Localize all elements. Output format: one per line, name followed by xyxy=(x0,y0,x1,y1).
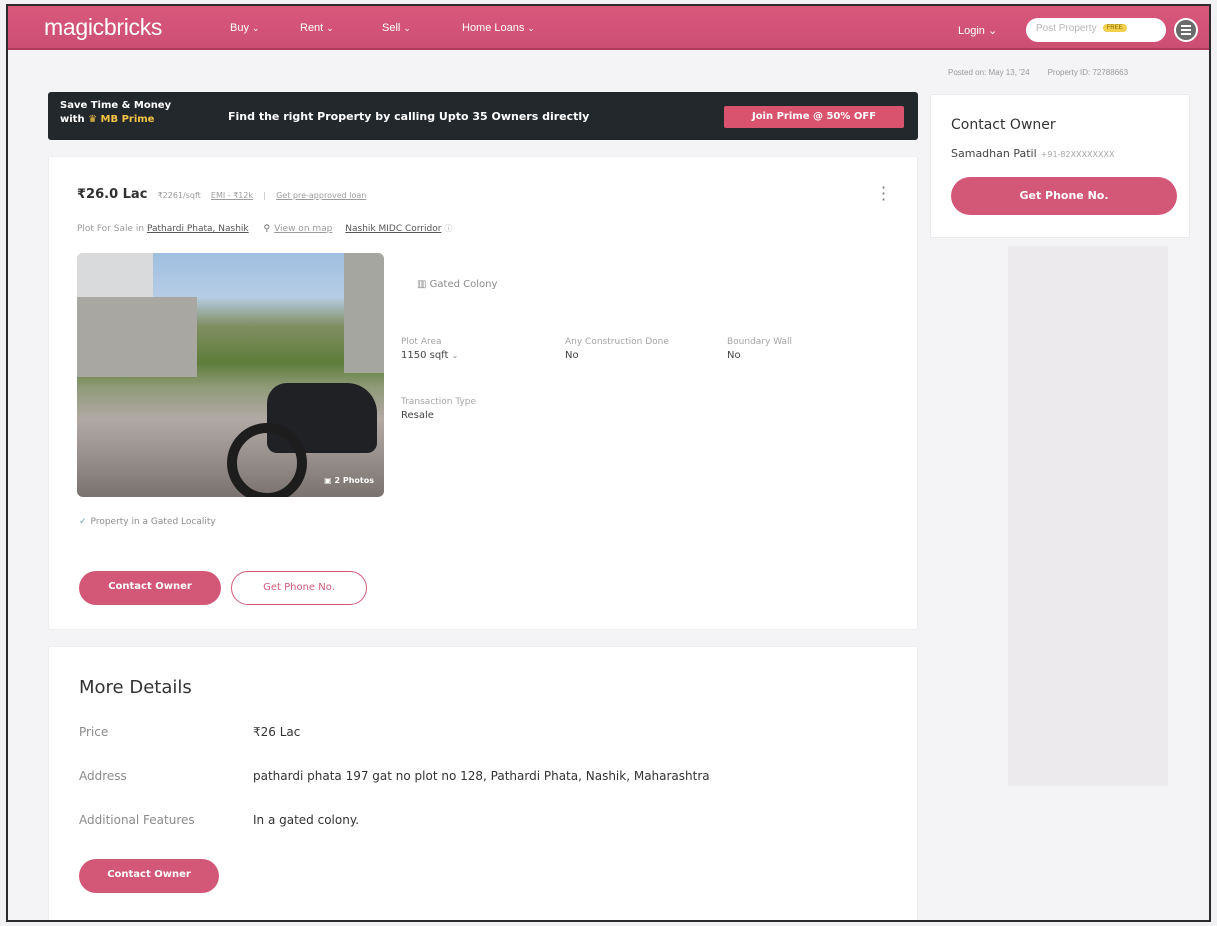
detail-row-features: Additional Features In a gated colony. xyxy=(79,813,360,827)
location-link[interactable]: Pathardi Phata, Nashik xyxy=(147,224,249,234)
listing-card: ₹26.0 Lac ₹2261/sqft EMI - ₹12k | Get pr… xyxy=(48,156,918,630)
attr-plot-area: Plot Area 1150 sqft ⌄ xyxy=(401,337,459,361)
top-nav: magicbricks Buy ⌄ Rent ⌄ Sell ⌄ Home Loans ⌄… xyxy=(8,6,1209,50)
prime-title: Save Time & Money with ♛ MB Prime xyxy=(60,100,172,125)
more-details-title: More Details xyxy=(79,677,192,698)
map-pin-icon: ⚲ xyxy=(263,224,271,234)
prime-message: Find the right Property by calling Upto … xyxy=(228,110,590,123)
chevron-down-icon[interactable]: ⌄ xyxy=(452,351,459,360)
nav-home-loans[interactable]: Home Loans ⌄ xyxy=(462,22,535,34)
attr-construction: Any Construction Done No xyxy=(565,337,669,361)
crown-icon: ♛ xyxy=(88,114,98,125)
check-circle-icon: ✓ xyxy=(79,517,87,527)
prime-banner: Save Time & Money with ♛ MB Prime Find t… xyxy=(48,92,918,140)
get-phone-button[interactable]: Get Phone No. xyxy=(951,177,1177,215)
logo[interactable]: magicbricks xyxy=(44,14,162,41)
image-icon: ▣ xyxy=(324,476,332,485)
page-frame: magicbricks Buy ⌄ Rent ⌄ Sell ⌄ Home Loans ⌄… xyxy=(6,4,1211,922)
posted-info: Posted on: May 13, '24 Property ID: 72788… xyxy=(948,68,1146,77)
gated-locality-note: ✓ Property in a Gated Locality xyxy=(79,517,216,527)
owner-name: Samadhan Patil +91-82XXXXXXXX xyxy=(951,147,1115,160)
free-badge: FREE xyxy=(1102,24,1127,32)
chevron-down-icon: ⌄ xyxy=(987,25,998,37)
get-phone-no-button[interactable]: Get Phone No. xyxy=(231,571,367,605)
more-options-icon[interactable]: · · · xyxy=(881,180,886,208)
more-details-card: More Details Price ₹26 Lac Address pathard… xyxy=(48,646,918,920)
hamburger-menu-icon[interactable] xyxy=(1174,18,1198,42)
attr-boundary-wall: Boundary Wall No xyxy=(727,337,793,361)
location-row: Plot For Sale in Pathardi Phata, Nashik … xyxy=(77,224,453,234)
photos-count-tag: ▣ 2 Photos xyxy=(324,476,374,485)
price-per-sqft: ₹2261/sqft xyxy=(157,191,201,200)
more-contact-owner-button[interactable]: Contact Owner xyxy=(79,859,219,893)
attr-transaction-type: Transaction Type Resale xyxy=(401,397,477,421)
property-photo[interactable]: ▣ 2 Photos xyxy=(77,253,384,497)
nav-buy[interactable]: Buy ⌄ xyxy=(230,22,260,34)
join-prime-button[interactable]: Join Prime @ 50% OFF xyxy=(724,106,904,128)
detail-row-address: Address pathardi phata 197 gat no plot no… xyxy=(79,769,710,783)
price-row: ₹26.0 Lac ₹2261/sqft EMI - ₹12k | Get pr… xyxy=(77,187,366,202)
chevron-down-icon: ⌄ xyxy=(326,23,334,33)
corridor-link[interactable]: Nashik MIDC Corridor xyxy=(345,224,441,234)
contact-owner-title: Contact Owner xyxy=(951,117,1056,133)
gated-colony-feature: ▥ Gated Colony xyxy=(417,279,498,290)
listing-price: ₹26.0 Lac xyxy=(77,187,148,202)
nav-rent[interactable]: Rent ⌄ xyxy=(300,22,334,34)
nav-sell[interactable]: Sell ⌄ xyxy=(382,22,411,34)
separator: | xyxy=(263,191,266,200)
background-sidebar xyxy=(1008,246,1168,786)
detail-row-price: Price ₹26 Lac xyxy=(79,725,301,739)
info-icon[interactable]: ⓘ xyxy=(444,224,452,233)
emi-link[interactable]: EMI - ₹12k xyxy=(211,191,253,200)
chevron-down-icon: ⌄ xyxy=(527,23,535,33)
building-icon: ▥ xyxy=(417,279,427,290)
contact-owner-button[interactable]: Contact Owner xyxy=(79,571,221,605)
pre-approved-loan-link[interactable]: Get pre-approved loan xyxy=(276,191,366,200)
chevron-down-icon: ⌄ xyxy=(403,23,411,33)
contact-owner-card: Contact Owner Samadhan Patil +91-82XXXXXX… xyxy=(930,94,1190,238)
login-link[interactable]: Login ⌄ xyxy=(958,24,997,37)
owner-phone-masked: +91-82XXXXXXXX xyxy=(1040,150,1115,159)
post-property-button[interactable]: Post Property FREE xyxy=(1026,18,1166,42)
property-id: Property ID: 72788663 xyxy=(1047,68,1129,77)
view-on-map-link[interactable]: View on map xyxy=(274,224,332,234)
chevron-down-icon: ⌄ xyxy=(251,23,260,33)
posted-date: Posted on: May 13, '24 xyxy=(948,68,1030,77)
